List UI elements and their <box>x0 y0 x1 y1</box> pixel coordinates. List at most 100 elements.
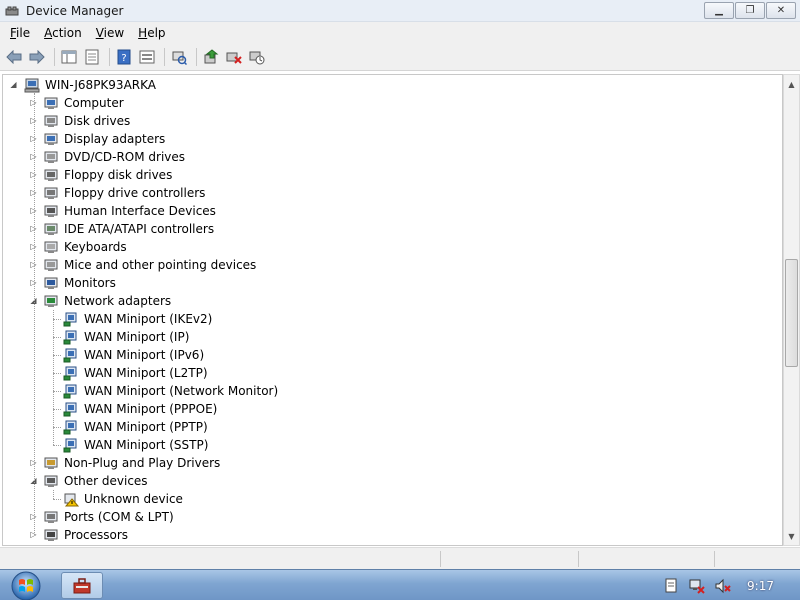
tree-device[interactable]: Unknown device <box>3 490 763 508</box>
action-center-icon[interactable] <box>663 578 679 594</box>
disk-drive-icon <box>43 113 59 129</box>
tree-category[interactable]: ◢ Other devices <box>3 472 763 490</box>
tree-category-label: Computer <box>64 96 124 110</box>
tree-device-label: WAN Miniport (Network Monitor) <box>84 384 279 398</box>
update-driver-button[interactable] <box>201 47 221 67</box>
tree-root[interactable]: ◢ WIN-J68PK93ARKA <box>3 76 763 94</box>
tree-category[interactable]: ▷ Keyboards <box>3 238 763 256</box>
mouse-icon <box>43 257 59 273</box>
help-button[interactable]: ? <box>114 47 134 67</box>
tree-category[interactable]: ▷ DVD/CD-ROM drives <box>3 148 763 166</box>
close-button[interactable]: ✕ <box>766 2 796 19</box>
uninstall-button[interactable] <box>224 47 244 67</box>
status-cell <box>578 551 579 567</box>
network-device-icon <box>63 329 79 345</box>
menu-file[interactable]: File <box>3 26 37 40</box>
volume-muted-icon[interactable] <box>715 578 731 594</box>
port-icon <box>43 509 59 525</box>
tree-category[interactable]: ▷ Non-Plug and Play Drivers <box>3 454 763 472</box>
properties-icon <box>85 49 99 64</box>
tree-category-label: IDE ATA/ATAPI controllers <box>64 222 215 236</box>
menu-view[interactable]: View <box>89 26 131 40</box>
vertical-scrollbar[interactable]: ▲ ▼ <box>783 74 800 546</box>
network-adapter-icon <box>43 293 59 309</box>
scroll-down-icon[interactable]: ▼ <box>784 528 799 544</box>
restore-icon: ❐ <box>745 5 755 16</box>
window-title: Device Manager <box>26 3 124 18</box>
scan-hardware-button[interactable] <box>169 47 189 67</box>
taskbar-device-manager-button[interactable] <box>61 572 103 599</box>
collapse-icon[interactable]: ◢ <box>9 76 18 94</box>
root-label: WIN-J68PK93ARKA <box>45 78 156 92</box>
tree-category[interactable]: ▷ Floppy disk drives <box>3 166 763 184</box>
tree-category[interactable]: ▷ Processors <box>3 526 763 544</box>
view-button[interactable] <box>137 47 157 67</box>
forward-button[interactable] <box>27 47 47 67</box>
windows-logo-icon <box>11 571 41 600</box>
tree-category[interactable]: ▷ Disk drives <box>3 112 763 130</box>
properties-button[interactable] <box>82 47 102 67</box>
clock[interactable]: 9:17 <box>747 579 774 593</box>
computer-icon <box>43 95 59 111</box>
tree-category[interactable]: ▷ Display adapters <box>3 130 763 148</box>
tree-category[interactable]: ▷ Ports (COM & LPT) <box>3 508 763 526</box>
tree-device[interactable]: WAN Miniport (IP) <box>3 328 763 346</box>
forward-arrow-icon <box>29 49 45 64</box>
tree-connector <box>53 391 61 392</box>
tree-category[interactable]: ▷ Floppy drive controllers <box>3 184 763 202</box>
tree-device[interactable]: WAN Miniport (IKEv2) <box>3 310 763 328</box>
network-device-icon <box>63 347 79 363</box>
tree-category[interactable]: ▷ Computer <box>3 94 763 112</box>
back-button[interactable] <box>4 47 24 67</box>
menu-bar: File Action View Help <box>0 22 800 43</box>
tree-category-label: Other devices <box>64 474 148 488</box>
network-error-icon[interactable] <box>689 578 705 594</box>
tree-device[interactable]: WAN Miniport (SSTP) <box>3 436 763 454</box>
tree-device[interactable]: WAN Miniport (Network Monitor) <box>3 382 763 400</box>
minimize-button[interactable]: ▁ <box>704 2 734 19</box>
maximize-button[interactable]: ❐ <box>735 2 765 19</box>
scroll-up-icon[interactable]: ▲ <box>784 76 799 92</box>
tree-category[interactable]: ▷ Mice and other pointing devices <box>3 256 763 274</box>
close-icon: ✕ <box>776 5 786 16</box>
scroll-thumb[interactable] <box>785 259 798 367</box>
menu-action[interactable]: Action <box>37 26 89 40</box>
tree-category-label: Network adapters <box>64 294 172 308</box>
tree-category-label: Non-Plug and Play Drivers <box>64 456 221 470</box>
tree-device[interactable]: WAN Miniport (PPPOE) <box>3 400 763 418</box>
tree-device-label: WAN Miniport (SSTP) <box>84 438 209 452</box>
svg-text:?: ? <box>121 53 126 64</box>
device-tree[interactable]: ◢ WIN-J68PK93ARKA ▷ Computer ▷ Disk drives ▷… <box>2 74 783 546</box>
title-bar[interactable]: Device Manager ▁ ❐ ✕ <box>0 0 800 22</box>
tree-device[interactable]: WAN Miniport (IPv6) <box>3 346 763 364</box>
show-hide-tree-icon <box>61 50 77 63</box>
tree-category[interactable]: ◢ Network adapters <box>3 292 763 310</box>
processor-icon <box>43 527 59 543</box>
uninstall-icon <box>226 52 242 64</box>
show-hide-tree-button[interactable] <box>59 47 79 67</box>
tree-category-label: DVD/CD-ROM drives <box>64 150 186 164</box>
tree-device-label: WAN Miniport (L2TP) <box>84 366 208 380</box>
disable-button[interactable] <box>247 47 267 67</box>
device-manager-icon <box>5 5 19 17</box>
tree-category[interactable]: ▷ Human Interface Devices <box>3 202 763 220</box>
network-device-icon <box>63 365 79 381</box>
menu-help[interactable]: Help <box>131 26 172 40</box>
start-button[interactable] <box>6 570 46 600</box>
computer-root-icon <box>24 77 40 93</box>
tree-device[interactable]: WAN Miniport (L2TP) <box>3 364 763 382</box>
tree-category[interactable]: ▷ IDE ATA/ATAPI controllers <box>3 220 763 238</box>
status-bar <box>0 547 800 569</box>
tree-category-label: Monitors <box>64 276 116 290</box>
driver-icon <box>43 455 59 471</box>
tree-device-label: Unknown device <box>84 492 183 506</box>
tree-category-label: Display adapters <box>64 132 166 146</box>
tree-device[interactable]: WAN Miniport (PPTP) <box>3 418 763 436</box>
toolbar: ? <box>0 43 800 71</box>
network-device-icon <box>63 383 79 399</box>
tree-category[interactable]: ▷ Monitors <box>3 274 763 292</box>
help-icon: ? <box>117 49 131 64</box>
update-driver-icon <box>204 48 219 63</box>
system-tray: 9:17 <box>653 570 800 600</box>
tree-connector <box>53 499 61 500</box>
